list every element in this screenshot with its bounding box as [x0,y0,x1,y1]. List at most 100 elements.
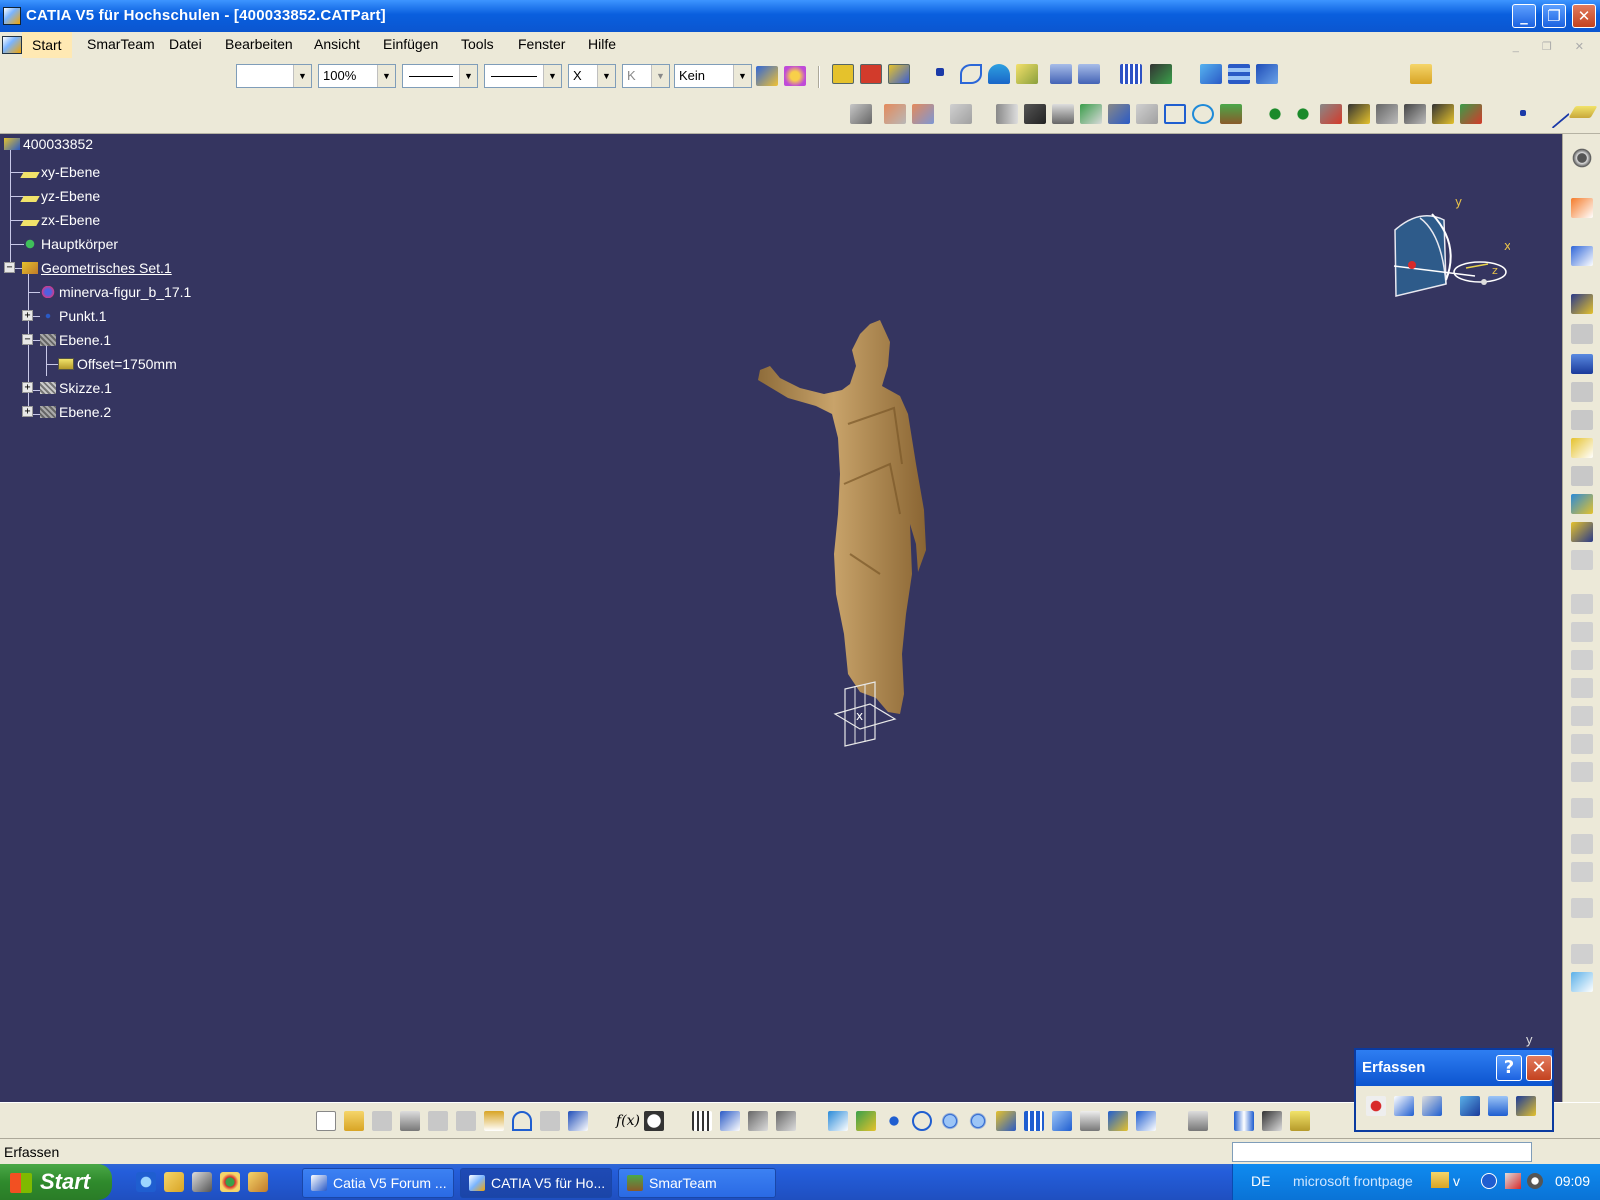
normal-view-icon[interactable] [996,1111,1016,1131]
layer-combo[interactable]: Kein ▼ [674,64,752,88]
tree-node-offset[interactable]: Offset=1750mm [58,356,177,372]
expand-toggle[interactable]: + [22,310,33,321]
chrome-icon[interactable] [220,1172,240,1192]
multi-view-icon[interactable] [1024,1111,1044,1131]
join-icon[interactable] [1016,64,1038,84]
new-file-icon[interactable] [316,1111,336,1131]
table-icon[interactable] [692,1111,712,1131]
line-type-combo[interactable]: ▼ [484,64,562,88]
album-icon[interactable] [1460,1096,1480,1116]
language-indicator[interactable]: DE [1251,1173,1270,1189]
catalog-icon[interactable] [1571,972,1593,992]
paste-icon[interactable] [484,1111,504,1131]
iso-view-icon[interactable] [1052,1111,1072,1131]
measure-between-icon[interactable] [1188,1111,1208,1131]
extrude-surface-icon[interactable] [988,64,1010,84]
save-state-icon[interactable] [1052,104,1074,124]
extract-icon[interactable] [996,104,1018,124]
line-thickness-combo[interactable]: ▼ [402,64,478,88]
hide-show-icon[interactable] [1108,1111,1128,1131]
menu-fenster[interactable]: Fenster [518,36,565,52]
image-icon[interactable] [1488,1096,1508,1116]
tray-extra[interactable]: v [1453,1173,1460,1189]
menu-start[interactable]: Start [22,32,72,58]
measure-inertia-icon[interactable] [1262,1111,1282,1131]
rib-icon[interactable] [1571,438,1593,458]
undo-icon[interactable] [512,1111,532,1131]
keep-mode-icon[interactable] [888,64,910,84]
fill-color-combo[interactable]: ▼ [236,64,312,88]
help-button[interactable]: ? [1496,1055,1522,1081]
render-shape-icon[interactable] [884,104,906,124]
whats-this-icon[interactable] [1256,64,1278,84]
analysis-icon[interactable] [1150,64,1172,84]
hide-icon[interactable] [1460,104,1482,124]
zoom-out-icon[interactable] [968,1111,988,1131]
lock-icon[interactable] [748,1111,768,1131]
options-icon[interactable] [1422,1096,1442,1116]
quicklaunch-app-icon[interactable] [248,1172,268,1192]
painter-icon[interactable] [756,66,778,86]
stop-datum-icon[interactable] [860,64,882,84]
import-icon[interactable] [1080,104,1102,124]
expand-toggle[interactable]: + [22,406,33,417]
zoom-in-icon[interactable] [940,1111,960,1131]
tree-node-main-body[interactable]: Hauptkörper [22,236,118,252]
render-style-combo[interactable]: K ▼ [622,64,670,88]
tree-node-cloud[interactable]: minerva-figur_b_17.1 [40,284,191,300]
task-catia-forum[interactable]: Catia V5 Forum ... [302,1168,454,1198]
task-catia[interactable]: CATIA V5 für Ho... [460,1168,612,1198]
tree-icon[interactable] [1220,104,1242,124]
tree-node-plane-2[interactable]: Ebene.2 [40,404,111,420]
multi-view-icon[interactable] [1228,64,1250,84]
internet-explorer-icon[interactable] [136,1172,156,1192]
shaft-icon[interactable] [1571,354,1593,374]
rotate-icon[interactable] [1292,104,1314,124]
tree-node-xy-plane[interactable]: xy-Ebene [20,164,100,180]
chart-icon[interactable] [1516,1096,1536,1116]
constraint-icon[interactable] [1320,104,1342,124]
shading-icon[interactable] [1080,1111,1100,1131]
angle-icon[interactable] [1376,104,1398,124]
maximize-button[interactable]: ❐ [1542,4,1566,28]
tree-root[interactable]: 400033852 [4,136,93,152]
boolean-icon[interactable] [1050,64,1072,84]
relations-icon[interactable] [720,1111,740,1131]
refresh-icon[interactable] [1192,104,1214,124]
comment-icon[interactable] [644,1111,664,1131]
menu-datei[interactable]: Datei [169,36,202,52]
formula-icon[interactable]: f(x) [616,1111,640,1131]
open-folder-icon[interactable] [344,1111,364,1131]
point-icon[interactable] [936,68,944,76]
fit-all-icon[interactable] [856,1111,876,1131]
point-symbol-combo[interactable]: X ▼ [568,64,616,88]
measure-item-icon[interactable] [1234,1111,1254,1131]
solid-combine-icon[interactable] [1571,494,1593,514]
transparency-combo[interactable]: 100% ▼ [318,64,396,88]
tree-node-sketch[interactable]: Skizze.1 [40,380,112,396]
measure-icon[interactable] [1432,104,1454,124]
query-icon[interactable] [1108,104,1130,124]
menu-smarteam[interactable]: SmarTeam [87,36,155,52]
shading-icon[interactable] [912,104,934,124]
tree-node-zx-plane[interactable]: zx-Ebene [20,212,100,228]
collapse-toggle[interactable]: − [22,334,33,345]
create-datum-icon[interactable] [832,64,854,84]
settings-tray-icon[interactable] [1527,1173,1543,1189]
spline-icon[interactable] [960,64,982,84]
pad-icon[interactable] [1571,294,1593,314]
tree-node-point[interactable]: Punkt.1 [40,308,106,324]
move-icon[interactable] [1264,104,1286,124]
menu-bearbeiten[interactable]: Bearbeiten [225,36,293,52]
menu-hilfe[interactable]: Hilfe [588,36,616,52]
tray-toolbar-label[interactable]: microsoft frontpage [1293,1173,1413,1189]
expand-toggle[interactable]: + [22,382,33,393]
network-icon[interactable] [1505,1173,1521,1189]
bottle-icon[interactable] [1290,1111,1310,1131]
folder-icon[interactable] [1431,1172,1449,1188]
tree-node-geometrical-set[interactable]: Geometrisches Set.1 [22,260,172,276]
tree-node-plane-1[interactable]: Ebene.1 [40,332,111,348]
erfassen-panel[interactable]: Erfassen ? ✕ [1354,1048,1554,1132]
binoculars-icon[interactable] [1024,104,1046,124]
tree-node-yz-plane[interactable]: yz-Ebene [20,188,100,204]
